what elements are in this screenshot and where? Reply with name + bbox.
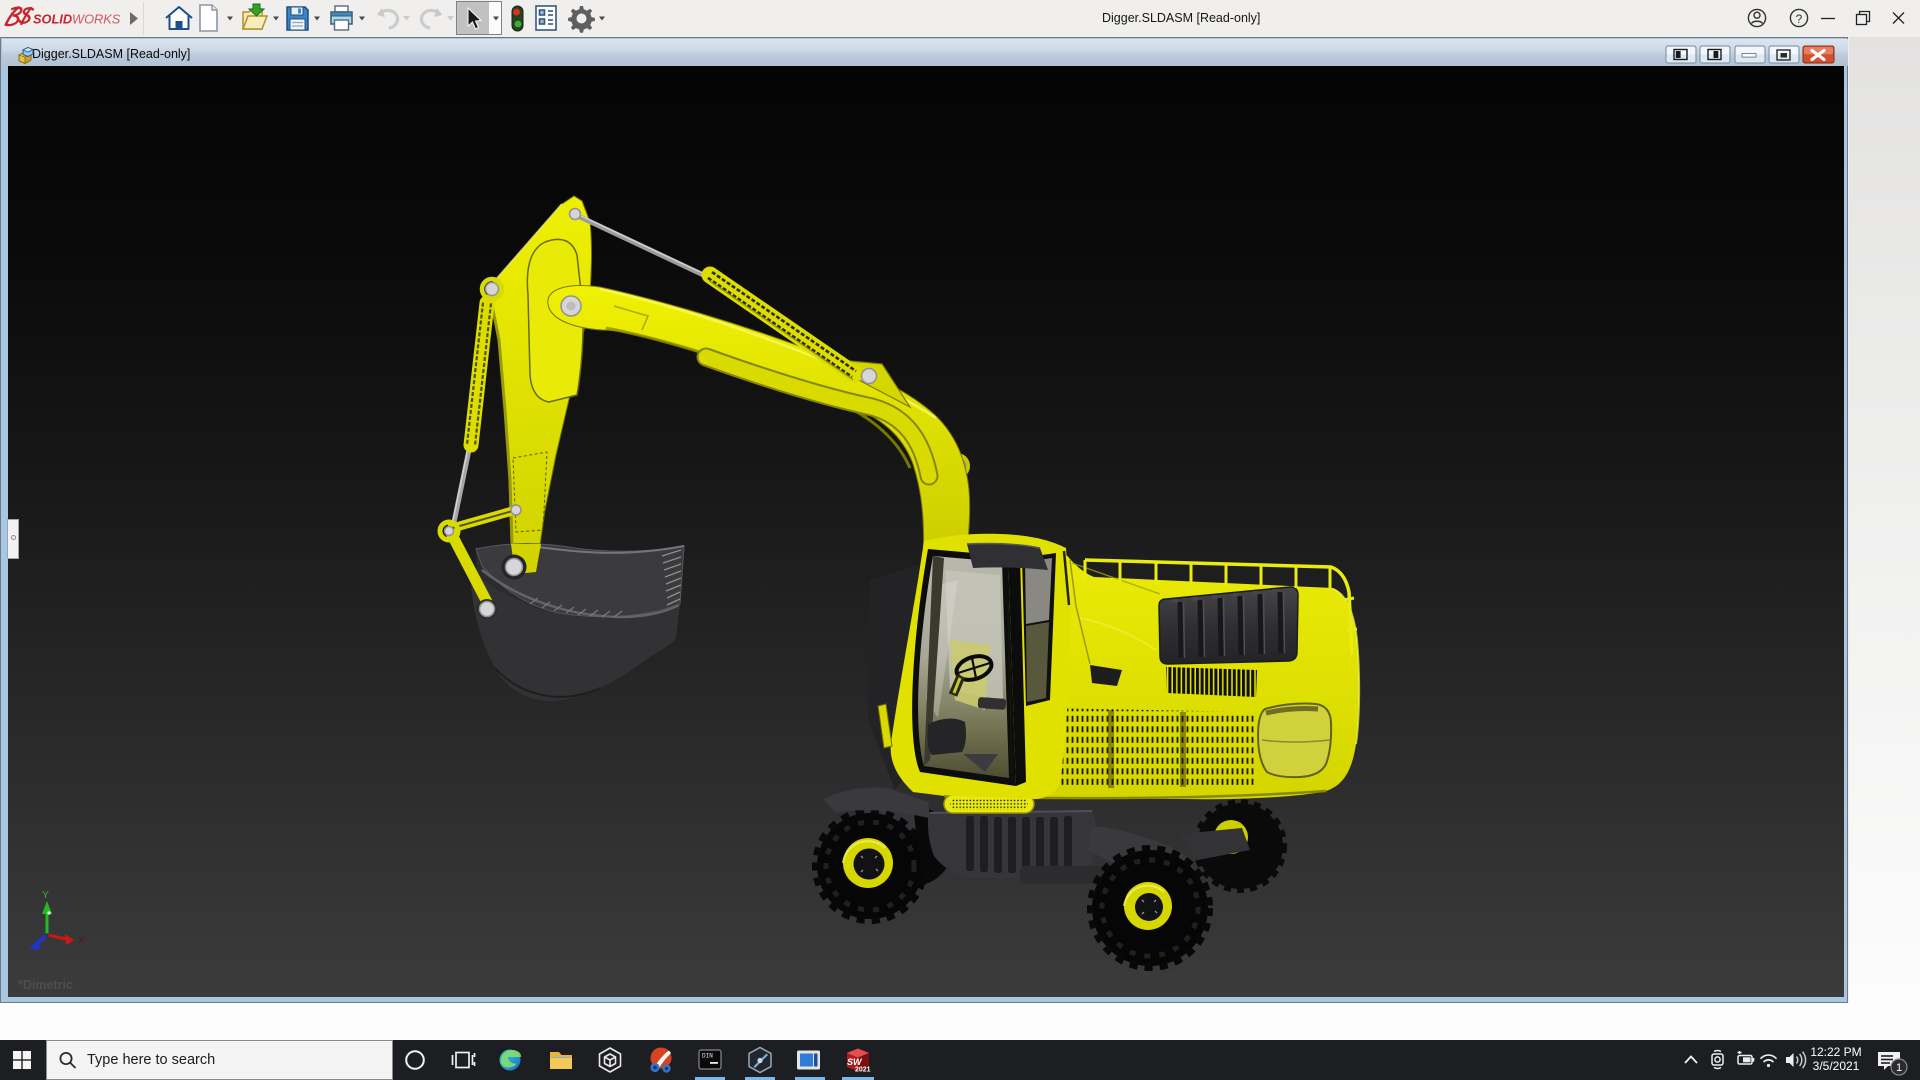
svg-text:SOLID: SOLID	[33, 12, 72, 27]
svg-text:?: ?	[1796, 12, 1803, 26]
svg-text:SW: SW	[847, 1057, 863, 1067]
svg-text:DIN: DIN	[702, 1053, 713, 1060]
svg-text:WORKS: WORKS	[72, 12, 121, 27]
svg-text:1: 1	[1896, 1062, 1902, 1074]
svg-text:2021: 2021	[855, 1067, 871, 1074]
